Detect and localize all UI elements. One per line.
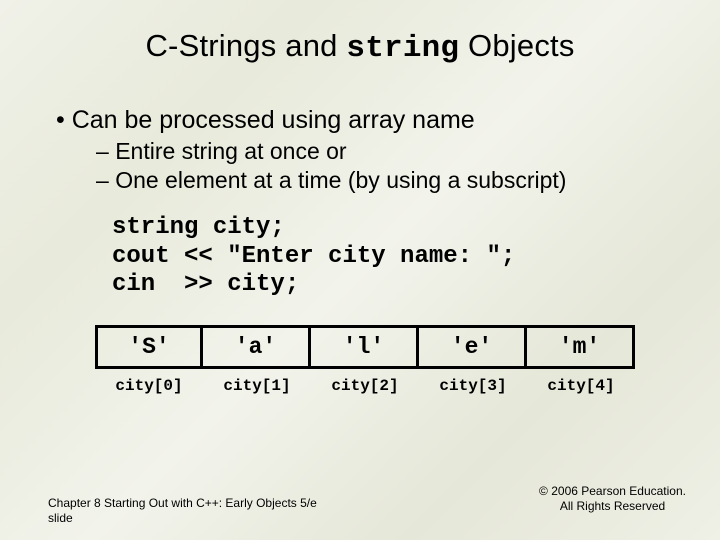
cell-index: city[3] [419, 377, 527, 395]
cell-value: 'm' [527, 325, 635, 369]
footer-copyright: © 2006 Pearson Education. [539, 484, 686, 499]
bullet-list: Can be processed using array name Entire… [48, 104, 672, 196]
footer-rights: All Rights Reserved [539, 499, 686, 514]
bullet-level2-b: One element at a time (by using a subscr… [96, 166, 672, 196]
cell-index: city[1] [203, 377, 311, 395]
footer-slide-label: slide [48, 511, 317, 526]
cell-index: city[2] [311, 377, 419, 395]
bullet-level2-a: Entire string at once or [96, 137, 672, 167]
array-diagram: 'S' city[0] 'a' city[1] 'l' city[2] 'e' … [58, 325, 672, 395]
title-code: string [346, 31, 459, 66]
footer-chapter: Chapter 8 Starting Out with C++: Early O… [48, 496, 317, 511]
bullet-level1: Can be processed using array name [56, 104, 672, 137]
code-sample: string city; cout << "Enter city name: "… [112, 214, 672, 299]
cell-value: 'S' [95, 325, 203, 369]
title-pre: C-Strings and [145, 28, 346, 63]
array-cell: 'm' city[4] [527, 325, 635, 395]
cell-value: 'e' [419, 325, 527, 369]
array-cell: 'e' city[3] [419, 325, 527, 395]
slide-title: C-Strings and string Objects [48, 28, 672, 66]
cell-index: city[4] [527, 377, 635, 395]
title-post: Objects [459, 28, 574, 63]
cell-value: 'a' [203, 325, 311, 369]
array-cell: 'S' city[0] [95, 325, 203, 395]
footer-right: © 2006 Pearson Education. All Rights Res… [539, 484, 686, 514]
array-cell: 'a' city[1] [203, 325, 311, 395]
cell-index: city[0] [95, 377, 203, 395]
slide-body: C-Strings and string Objects Can be proc… [0, 0, 720, 395]
array-cell: 'l' city[2] [311, 325, 419, 395]
cell-value: 'l' [311, 325, 419, 369]
footer-left: Chapter 8 Starting Out with C++: Early O… [48, 496, 317, 526]
